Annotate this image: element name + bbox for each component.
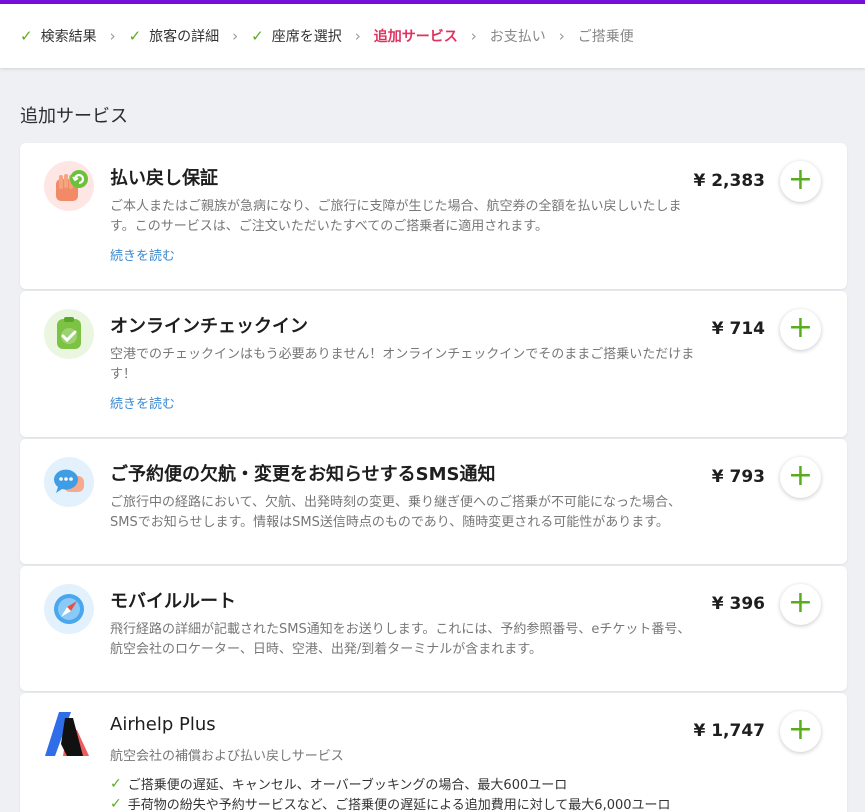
step-label: 座席を選択 [271,29,342,45]
read-more-link[interactable]: 続きを読む [110,393,175,412]
plus-icon: + [787,458,814,493]
service-price: ¥ 396 [711,594,765,614]
service-card-airhelp-plus: Airhelp Plus 航空会社の補償および払い戻しサービス ✓ ご搭乗便の遅延… [20,693,847,812]
chevron-right-icon: › [109,27,116,45]
plus-icon: + [787,712,814,747]
service-price: ¥ 2,383 [693,171,765,191]
feature-text: ご搭乗便の遅延、キャンセル、オーバーブッキングの場合、最大600ユーロ [127,778,568,793]
check-icon: ✓ [128,27,142,45]
add-service-button[interactable]: + [780,161,821,202]
add-service-button[interactable]: + [780,711,821,752]
service-title: モバイルルート [110,591,236,612]
step-label: 旅客の詳細 [149,29,220,45]
service-title: ご予約便の欠航・変更をお知らせするSMS通知 [110,464,496,485]
step-label: 追加サービス [373,29,458,45]
check-icon: ✓ [20,27,33,45]
add-service-button[interactable]: + [780,309,821,350]
check-icon: ✓ [110,775,122,792]
service-title: Airhelp Plus [110,714,216,735]
service-price: ¥ 793 [711,467,765,487]
refund-hand-icon [44,161,94,211]
service-description: ご旅行中の経路において、欠航、出発時刻の変更、乗り継ぎ便へのご搭乗が不可能になっ… [110,495,681,530]
service-card-online-checkin: オンラインチェックイン 空港でのチェックインはもう必要ありません！オンラインチェ… [20,291,847,437]
online-checkin-icon [44,309,94,359]
airhelp-logo-icon [44,709,94,759]
progress-steps: ✓ 検索結果 › ✓ 旅客の詳細 › ✓ 座席を選択 › 追加サービス › お支払い … [0,4,865,68]
chevron-right-icon: › [470,27,477,45]
service-description: ご本人またはご親族が急病になり、ご旅行に支障が生じた場合、航空券の全額を払い戻し… [110,199,682,234]
step-boarding: ご搭乗便 [578,26,634,46]
service-price: ¥ 1,747 [693,721,765,741]
service-card-mobile-route: モバイルルート 飛行経路の詳細が記載されたSMS通知をお送りします。これには、予… [20,566,847,691]
compass-icon [44,584,94,634]
feature-item: ✓ 手荷物の紛失や予約サービスなど、ご搭乗便の遅延による追加費用に対して最大6,0… [110,794,671,812]
plus-icon: + [787,310,814,345]
step-label: ご搭乗便 [577,29,634,45]
plus-icon: + [787,162,814,197]
step-search-results[interactable]: ✓ 検索結果 [20,26,97,46]
add-service-button[interactable]: + [780,584,821,625]
service-card-refund: 払い戻し保証 ご本人またはご親族が急病になり、ご旅行に支障が生じた場合、航空券の… [20,143,847,289]
chevron-right-icon: › [354,27,361,45]
read-more-link[interactable]: 続きを読む [110,245,175,264]
service-description: 飛行経路の詳細が記載されたSMS通知をお送りします。これには、予約参照番号、eチ… [110,622,691,657]
check-icon: ✓ [251,27,264,45]
step-extra-services: 追加サービス [374,26,458,46]
sms-chat-icon [44,457,94,507]
feature-item: ✓ ご搭乗便の遅延、キャンセル、オーバーブッキングの場合、最大600ユーロ [110,774,568,794]
add-service-button[interactable]: + [780,457,821,498]
step-seat-selection[interactable]: ✓ 座席を選択 [251,26,342,46]
service-title: 払い戻し保証 [110,168,218,189]
service-description: 航空会社の補償および払い戻しサービス [110,749,344,764]
service-title: オンラインチェックイン [110,316,308,337]
chevron-right-icon: › [232,27,239,45]
step-payment: お支払い [490,26,546,46]
step-label: 検索結果 [40,29,97,45]
step-label: お支払い [489,29,546,45]
service-description: 空港でのチェックインはもう必要ありません！オンラインチェックインでそのままご搭乗… [110,347,695,382]
step-passenger-details[interactable]: ✓ 旅客の詳細 [129,26,220,46]
plus-icon: + [787,585,814,620]
service-price: ¥ 714 [711,319,765,339]
feature-text: 手荷物の紛失や予約サービスなど、ご搭乗便の遅延による追加費用に対して最大6,00… [127,798,671,812]
service-card-sms-notification: ご予約便の欠航・変更をお知らせするSMS通知 ご旅行中の経路において、欠航、出発… [20,439,847,564]
chevron-right-icon: › [558,27,565,45]
section-title: 追加サービス [20,106,128,127]
check-icon: ✓ [110,795,122,812]
